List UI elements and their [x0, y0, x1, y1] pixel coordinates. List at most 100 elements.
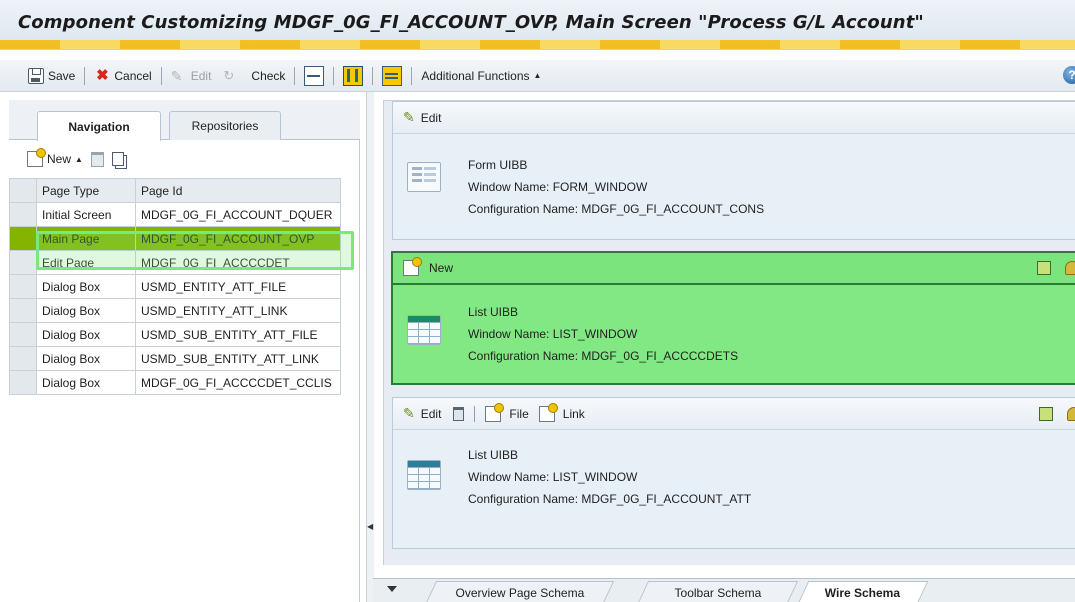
tab-toolbar-schema[interactable]: Toolbar Schema: [637, 581, 799, 602]
row-selector[interactable]: [9, 346, 37, 371]
column-header-page-type[interactable]: Page Type: [36, 178, 136, 203]
help-icon[interactable]: ?: [1063, 66, 1075, 84]
tab-overview-page-schema[interactable]: Overview Page Schema: [425, 581, 615, 602]
uibb-config-name: Configuration Name: MDGF_0G_FI_ACCCCDETS: [468, 349, 739, 363]
selected-row-highlight: [36, 231, 354, 270]
layout-single-button[interactable]: [298, 65, 330, 87]
new-button[interactable]: New ▲: [27, 148, 83, 167]
user-icon[interactable]: [1067, 406, 1075, 421]
tab-wire-schema[interactable]: Wire Schema: [797, 581, 929, 602]
cancel-button[interactable]: ✖ Cancel: [88, 65, 157, 87]
uibb-header-right-icons: [1037, 261, 1075, 275]
cell-page-id: MDGF_0G_FI_ACCOUNT_DQUER: [135, 202, 341, 227]
table-row[interactable]: Dialog Box MDGF_0G_FI_ACCCCDET_CCLIS: [9, 370, 341, 395]
link-link[interactable]: Link: [563, 407, 585, 421]
table-row[interactable]: Dialog Box USMD_SUB_ENTITY_ATT_LINK: [9, 346, 341, 371]
left-tab-strip: Navigation Repositories: [9, 100, 360, 141]
table-row[interactable]: Dialog Box USMD_ENTITY_ATT_FILE: [9, 274, 341, 299]
edit-link[interactable]: Edit: [421, 407, 442, 421]
pencil-icon: ✎: [170, 67, 183, 84]
uibb-body: Form UIBB Window Name: FORM_WINDOW Confi…: [393, 134, 1075, 240]
check-button[interactable]: Check: [245, 65, 291, 87]
check-label: Check: [251, 68, 286, 83]
menu-arrow-icon: ▲: [533, 71, 542, 80]
delete-icon[interactable]: [453, 406, 465, 421]
uibb-block-list[interactable]: ✎ Edit File Link List UIBB Window Name: …: [392, 397, 1075, 549]
toolbar-separator: [84, 66, 86, 85]
uibb-window-name: Window Name: LIST_WINDOW: [468, 470, 638, 484]
pencil-icon: ✎: [403, 109, 415, 125]
page-table: Page Type Page Id Initial Screen MDGF_0G…: [9, 178, 341, 395]
collapse-down-icon[interactable]: [387, 586, 397, 592]
uibb-header: New: [393, 253, 1075, 285]
column-header-page-id[interactable]: Page Id: [135, 178, 341, 203]
wire-icon[interactable]: [1039, 406, 1053, 421]
refresh-button[interactable]: ↻: [217, 65, 245, 87]
form-uibb-icon: [407, 162, 441, 192]
tab-label: Wire Schema: [825, 586, 901, 600]
uibb-window-name: Window Name: FORM_WINDOW: [468, 180, 648, 194]
tab-navigation[interactable]: Navigation: [37, 111, 161, 141]
title-stripe: [0, 40, 1075, 49]
user-icon[interactable]: [1065, 261, 1075, 275]
edit-button[interactable]: ✎ Edit: [165, 65, 218, 87]
layout-columns-icon: [343, 65, 364, 86]
layout-rows-icon: [304, 65, 325, 86]
new-link[interactable]: New: [429, 261, 453, 275]
window-title: Component Customizing MDGF_0G_FI_ACCOUNT…: [18, 12, 924, 33]
table-row[interactable]: Dialog Box USMD_SUB_ENTITY_ATT_FILE: [9, 322, 341, 347]
uibb-type: Form UIBB: [468, 158, 528, 172]
uibb-block-form[interactable]: ✎ Edit Form UIBB Window Name: FORM_WINDO…: [392, 101, 1075, 240]
panel-splitter[interactable]: ◀: [366, 92, 374, 602]
cell-page-type: Dialog Box: [36, 346, 136, 371]
row-selector[interactable]: [9, 226, 37, 251]
list-uibb-icon: [407, 460, 441, 490]
tab-repositories[interactable]: Repositories: [169, 111, 281, 140]
layout-columns-button[interactable]: [337, 65, 369, 87]
row-selector[interactable]: [9, 274, 37, 299]
wire-icon[interactable]: [1037, 261, 1051, 275]
table-row[interactable]: Dialog Box USMD_ENTITY_ATT_LINK: [9, 298, 341, 323]
edit-link[interactable]: Edit: [421, 111, 442, 125]
row-selector[interactable]: [9, 298, 37, 323]
uibb-header-right-icons: [1039, 406, 1075, 421]
row-selector[interactable]: [9, 370, 37, 395]
save-button[interactable]: Save: [22, 65, 81, 87]
table-header-row: Page Type Page Id: [9, 178, 341, 203]
row-selector[interactable]: [9, 202, 37, 227]
uibb-window-name: Window Name: LIST_WINDOW: [468, 327, 638, 341]
table-row[interactable]: Initial Screen MDGF_0G_FI_ACCOUNT_DQUER: [9, 202, 341, 227]
title-bar: Component Customizing MDGF_0G_FI_ACCOUNT…: [0, 0, 1075, 50]
cell-page-id: USMD_ENTITY_ATT_FILE: [135, 274, 341, 299]
left-actions: New ▲: [9, 148, 124, 170]
cell-page-type: Dialog Box: [36, 370, 136, 395]
toolbar-separator: [160, 66, 162, 85]
cancel-icon: ✖: [96, 66, 109, 84]
cell-page-id: MDGF_0G_FI_ACCCCDET_CCLIS: [135, 370, 341, 395]
delete-icon[interactable]: [90, 151, 104, 167]
uibb-block-list-selected[interactable]: New List UIBB Window Name: LIST_WINDOW C…: [391, 251, 1075, 385]
uibb-header: ✎ Edit: [393, 102, 1075, 134]
file-link[interactable]: File: [509, 407, 528, 421]
pencil-icon: ✎: [403, 405, 415, 421]
uibb-body: List UIBB Window Name: LIST_WINDOW Confi…: [393, 430, 1075, 548]
row-selector[interactable]: [9, 250, 37, 275]
collapse-arrow-icon[interactable]: ◀: [367, 522, 373, 531]
cell-page-id: USMD_SUB_ENTITY_ATT_LINK: [135, 346, 341, 371]
uibb-config-name: Configuration Name: MDGF_0G_FI_ACCOUNT_C…: [468, 202, 765, 216]
copy-icon[interactable]: [111, 152, 124, 166]
uibb-info: List UIBB Window Name: LIST_WINDOW Confi…: [468, 444, 751, 510]
uibb-body: List UIBB Window Name: LIST_WINDOW Confi…: [393, 285, 1075, 383]
select-all-cell[interactable]: [9, 178, 37, 203]
refresh-icon: ↻: [223, 67, 235, 83]
cell-page-id: USMD_ENTITY_ATT_LINK: [135, 298, 341, 323]
layout-stacked-button[interactable]: [376, 65, 408, 87]
row-selector[interactable]: [9, 322, 37, 347]
additional-functions-menu[interactable]: Additional Functions ▲: [415, 65, 547, 87]
dropdown-arrow-icon: ▲: [75, 154, 83, 164]
tab-label: Toolbar Schema: [674, 585, 762, 600]
edit-label: Edit: [190, 68, 212, 83]
new-label: New: [47, 152, 72, 166]
uibb-config-name: Configuration Name: MDGF_0G_FI_ACCOUNT_A…: [468, 492, 752, 506]
cell-page-id: USMD_SUB_ENTITY_ATT_FILE: [135, 322, 341, 347]
